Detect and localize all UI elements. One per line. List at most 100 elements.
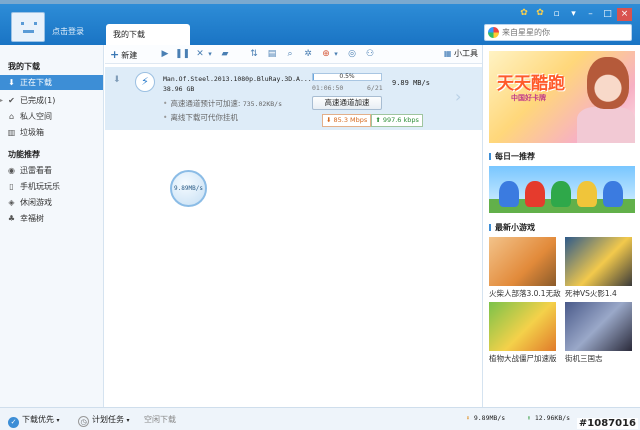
luigi-character [551,181,571,207]
tools-icon: ▦ [443,49,452,58]
priority-icon: ✓ [8,417,19,428]
down-arrow-icon: ⬇ [466,414,470,422]
maximize-button[interactable]: □ [600,8,615,21]
details-button[interactable]: ▤ [266,48,278,61]
sidebar-item-downloading[interactable]: ⬇ 正在下载 [0,75,103,90]
settings-button[interactable]: ✲ [302,48,314,61]
skin-button[interactable]: ▫ [549,8,564,21]
pause-button[interactable]: ❚❚ [175,48,190,61]
sidebar-item-label: 垃圾箱 [20,128,44,137]
sidebar-item-label: 手机玩玩乐 [20,182,60,191]
trash-icon: ▥ [7,128,16,137]
new-task-button[interactable]: + 新建 [110,48,144,61]
avatar[interactable] [11,12,45,42]
status-bar: ✓ 下载优先 ▾ ◷ 计划任务 ▾ 空闲下载 ⬇ 9.89MB/s ⬆ 12.96K… [0,407,640,430]
vip-dropdown-icon[interactable]: ▾ [332,48,340,61]
sidebar-item-xunlei-kankan[interactable]: ◉ 迅雷看看 [0,163,103,178]
search-tasks-button[interactable]: ⌕ [284,48,296,61]
toad-character [499,181,519,207]
game-name-three-kingdoms[interactable]: 街机三国志 [565,353,603,364]
task-progress-bar: 0.5% [312,73,382,81]
phone-icon: ▯ [9,182,14,191]
sidebar-item-trash[interactable]: ▥ 垃圾箱 [0,125,103,140]
offline-download-hint[interactable]: • 离线下载可代你挂机 [163,112,238,123]
task-time-left: 01:06:50 [312,84,344,92]
sidebar-item-completed[interactable]: ▸ ✔ 已完成(1) [0,93,103,108]
vip-button[interactable]: ⊕ [320,48,332,61]
new-task-label: 新建 [121,51,138,60]
folder-button[interactable]: ▰ [219,48,231,61]
offline-download-label: 离线下载可代你挂机 [170,113,238,122]
upload-rate-badge: ⬇ 85.3 Mbps [322,114,372,127]
sidebar-section-features: 功能推荐 [8,150,40,159]
tools-label: 小工具 [454,49,478,58]
sidebar-item-happy-tree[interactable]: ♣ 幸福树 [0,211,103,226]
sidebar: 我的下载 ⬇ 正在下载 ▸ ✔ 已完成(1) ⌂ 私人空间 ▥ 垃圾箱 功能推荐… [0,45,104,407]
game-name-bleach-naruto[interactable]: 死神VS火影1.4 [565,288,617,299]
ad-title: 天天酷跑 [497,74,565,94]
sidebar-item-phone[interactable]: ▯ 手机玩玩乐 [0,179,103,194]
task-row[interactable]: ⬇ ⚡ Man.Of.Steel.2013.1080p.BluRay.3D.A.… [105,67,482,130]
sidebar-item-label: 休闲游戏 [20,198,52,207]
game-thumb-pvz[interactable] [489,302,556,351]
sort-button[interactable]: ⇅ [248,48,260,61]
search-input[interactable] [502,26,627,39]
scheduled-tasks-label: 计划任务 [92,415,124,424]
delete-dropdown-icon[interactable]: ▾ [206,48,214,61]
sidebar-item-casual-games[interactable]: ◈ 休闲游戏 [0,195,103,210]
tab-my-downloads[interactable]: 我的下载 [106,24,190,45]
network-button[interactable]: ◎ [346,48,358,61]
delete-button[interactable]: ✕ [194,48,206,61]
download-icon: ⬇ [8,78,15,87]
chevron-down-icon: ▾ [126,417,130,424]
ad-banner[interactable]: 天天酷跑 中国好卡牌 [489,51,635,143]
download-arrow-icon: ⬇ [113,75,121,85]
menu-button[interactable]: ▾ [566,8,581,21]
new-games-title: 最新小游戏 [489,222,535,233]
high-speed-hint-label: 高速通道预计可加速: [170,99,243,108]
high-speed-hint-rate: 735.02KB/s [242,100,282,108]
high-speed-accelerate-button[interactable]: 高速通道加速 [312,96,382,110]
download-first-button[interactable]: ✓ 下载优先 ▾ [8,413,60,428]
avatar-mouth [23,30,34,33]
watermark: #1087016 [576,418,638,429]
start-button[interactable]: ▶ [159,48,171,61]
task-parts: 6/21 [367,84,383,92]
sidebar-item-private[interactable]: ⌂ 私人空间 [0,109,103,124]
play-icon: ◉ [8,166,15,175]
game-thumb-three-kingdoms[interactable] [565,302,632,351]
sidebar-item-label: 迅雷看看 [20,166,52,175]
sidebar-item-label: 幸福树 [20,214,44,223]
frog-icon: ✿ [536,8,544,18]
scheduled-tasks-button[interactable]: ◷ 计划任务 ▾ [78,413,130,427]
game-thumb-bleach-naruto[interactable] [565,237,632,286]
daily-pick-image[interactable] [489,166,635,213]
toad-character [577,181,597,207]
chevron-right-icon[interactable]: › [455,87,461,106]
status-download-speed: ⬇ 9.89MB/s [466,414,505,422]
close-button[interactable]: × [617,8,632,21]
ad-character-image [577,107,635,143]
mario-character [525,181,545,207]
status-upload-speed-value: 12.96KB/s [534,414,571,422]
right-panel: 天天酷跑 中国好卡牌 每日一推荐 最新小游戏 火柴人部落3.0.1无敌 死神VS… [482,45,640,407]
upload-rate-value: 85.3 Mbps [333,116,368,124]
tree-icon: ♣ [7,214,16,223]
lock-icon: ⌂ [8,112,15,121]
expand-caret-icon[interactable]: ▸ [0,93,7,108]
toolbar: + 新建 ▶ ❚❚ ✕ ▾ ▰ ⇅ ▤ ⌕ ✲ ⊕ ▾ ◎ ⚇ ▦ 小工具 [105,45,482,64]
sidebar-item-label: 已完成(1) [20,96,56,105]
task-filename: Man.Of.Steel.2013.1080p.BluRay.3D.A... [163,75,312,83]
game-thumb-stickman[interactable] [489,237,556,286]
idle-download-button[interactable]: 空闲下载 [144,413,176,426]
avatar-eyes [21,22,37,25]
game-name-pvz[interactable]: 植物大战僵尸加速版 [489,353,557,364]
floating-speed-bubble[interactable]: 9.89MB/s [170,170,207,207]
game-name-stickman[interactable]: 火柴人部落3.0.1无敌 [489,288,561,299]
search-box[interactable] [484,24,632,41]
login-link[interactable]: 点击登录 [52,26,84,37]
share-button[interactable]: ⚇ [364,48,376,61]
daily-pick-title: 每日一推荐 [489,151,535,162]
minimize-button[interactable]: – [583,8,598,21]
tools-button[interactable]: ▦ 小工具 [444,48,478,59]
